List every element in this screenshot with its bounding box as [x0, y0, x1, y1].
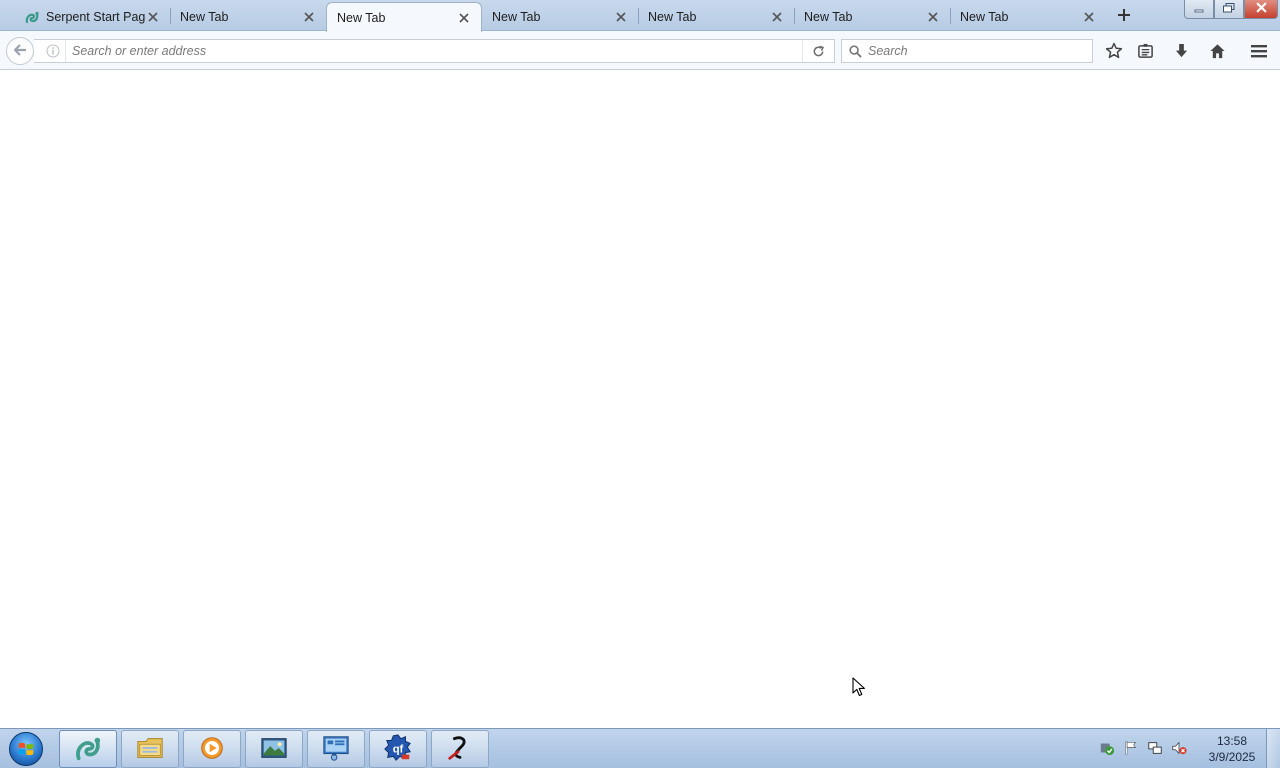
snake-app-icon — [445, 733, 475, 766]
close-icon[interactable] — [457, 11, 471, 25]
address-input[interactable] — [66, 41, 802, 61]
reload-icon[interactable] — [802, 40, 834, 62]
windows-taskbar: qf 13:58 3/9/2025 — [0, 728, 1280, 768]
bookmark-star-icon[interactable] — [1101, 39, 1127, 63]
close-icon[interactable] — [614, 10, 628, 24]
page-content[interactable] — [0, 71, 1280, 728]
taskbar-serpent-browser[interactable] — [59, 730, 117, 768]
svg-text:qf: qf — [393, 743, 404, 755]
search-icon — [842, 40, 868, 62]
qf-app-icon: qf — [383, 733, 413, 766]
security-icon[interactable] — [1098, 739, 1116, 757]
serpent-browser-icon — [73, 733, 103, 766]
tab-label: New Tab — [492, 9, 541, 24]
menu-icon[interactable] — [1246, 39, 1272, 63]
close-window-button[interactable] — [1244, 0, 1278, 19]
search-bar[interactable] — [841, 39, 1093, 63]
tab-label: New Tab — [337, 10, 386, 25]
new-tab-button[interactable] — [1114, 6, 1134, 26]
control-panel-icon — [321, 733, 351, 766]
system-clock[interactable]: 13:58 3/9/2025 — [1200, 733, 1264, 765]
taskbar-qf-app[interactable]: qf — [369, 730, 427, 768]
tab-label: New Tab — [648, 9, 697, 24]
system-tray — [1098, 739, 1188, 757]
mouse-cursor-icon — [852, 677, 866, 697]
close-icon[interactable] — [926, 10, 940, 24]
tab-label: New Tab — [180, 9, 229, 24]
minimize-icon — [1194, 2, 1204, 16]
tab-new-tab[interactable]: New Tab — [482, 2, 638, 31]
media-player-icon — [197, 733, 227, 766]
taskbar-media-player[interactable] — [183, 730, 241, 768]
taskbar-control-panel[interactable] — [307, 730, 365, 768]
taskbar-photo-viewer[interactable] — [245, 730, 303, 768]
restore-icon — [1223, 2, 1235, 16]
tab-new-tab-active[interactable]: New Tab — [326, 2, 482, 32]
windows-logo-icon — [9, 732, 43, 766]
tab-new-tab[interactable]: New Tab — [170, 2, 326, 31]
window-controls — [1184, 0, 1278, 19]
tab-new-tab[interactable]: New Tab — [638, 2, 794, 31]
plus-icon — [1118, 8, 1130, 24]
tab-new-tab[interactable]: New Tab — [794, 2, 950, 31]
tab-label: New Tab — [960, 9, 1009, 24]
download-icon[interactable] — [1168, 39, 1194, 63]
show-desktop-button[interactable] — [1266, 729, 1280, 768]
minimize-button[interactable] — [1184, 0, 1214, 19]
url-bar[interactable] — [34, 39, 835, 63]
taskbar-snake-app[interactable] — [431, 730, 489, 768]
tab-label: New Tab — [804, 9, 853, 24]
close-icon[interactable] — [302, 10, 316, 24]
site-info-icon[interactable] — [40, 40, 66, 62]
taskbar-file-explorer[interactable] — [121, 730, 179, 768]
photo-viewer-icon — [259, 733, 289, 766]
action-center-flag-icon[interactable] — [1122, 739, 1140, 757]
close-icon[interactable] — [770, 10, 784, 24]
close-icon — [1255, 2, 1267, 16]
navigation-toolbar — [0, 31, 1280, 70]
network-icon[interactable] — [1146, 739, 1164, 757]
serpent-icon — [24, 9, 40, 25]
back-button[interactable] — [6, 37, 34, 65]
tab-serpent-start-page[interactable]: Serpent Start Page — [14, 2, 170, 31]
back-arrow-icon — [12, 42, 28, 61]
tab-strip: Serpent Start Page New Tab New Tab New T… — [0, 0, 1280, 32]
clock-date: 3/9/2025 — [1208, 750, 1256, 764]
tab-new-tab[interactable]: New Tab — [950, 2, 1106, 31]
clock-time: 13:58 — [1216, 734, 1248, 748]
close-icon[interactable] — [146, 10, 160, 24]
reading-list-icon[interactable] — [1132, 39, 1158, 63]
close-icon[interactable] — [1082, 10, 1096, 24]
start-button[interactable] — [4, 731, 48, 767]
tab-label: Serpent Start Page — [46, 9, 146, 24]
search-input[interactable] — [868, 41, 1092, 61]
volume-muted-icon[interactable] — [1170, 739, 1188, 757]
restore-button[interactable] — [1214, 0, 1244, 19]
home-icon[interactable] — [1204, 39, 1230, 63]
file-explorer-icon — [135, 733, 165, 766]
